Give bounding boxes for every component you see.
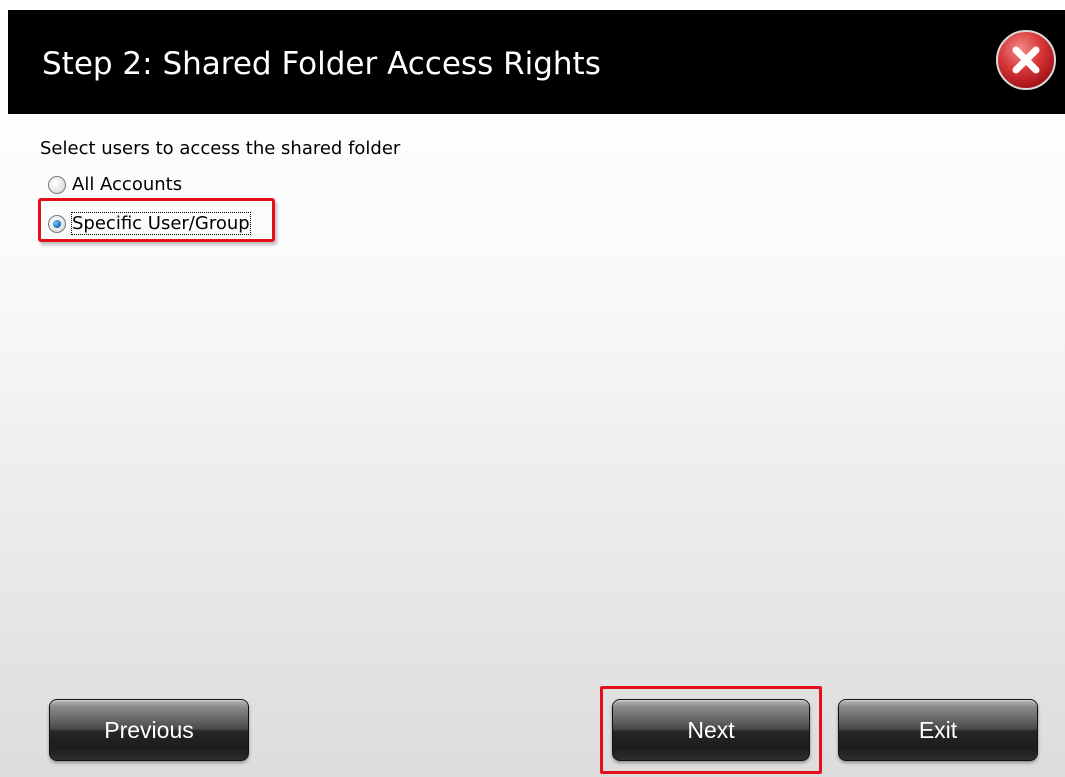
dialog-titlebar: Step 2: Shared Folder Access Rights [8, 10, 1065, 114]
all-accounts-label: All Accounts [72, 174, 183, 195]
close-icon [1012, 46, 1040, 74]
next-button[interactable]: Next [612, 699, 810, 761]
specific-user-group-option[interactable]: Specific User/Group [48, 212, 251, 235]
previous-button[interactable]: Previous [49, 699, 249, 761]
all-accounts-radio[interactable] [48, 175, 66, 194]
specific-user-group-radio[interactable] [48, 214, 66, 233]
specific-user-group-label: Specific User/Group [71, 212, 251, 235]
dialog-title: Step 2: Shared Folder Access Rights [42, 46, 601, 82]
exit-button[interactable]: Exit [838, 699, 1038, 761]
select-users-prompt: Select users to access the shared folder [40, 138, 401, 159]
close-button[interactable] [996, 30, 1056, 90]
all-accounts-option[interactable]: All Accounts [48, 174, 182, 195]
wizard-dialog: Step 2: Shared Folder Access Rights Sele… [0, 0, 1065, 777]
